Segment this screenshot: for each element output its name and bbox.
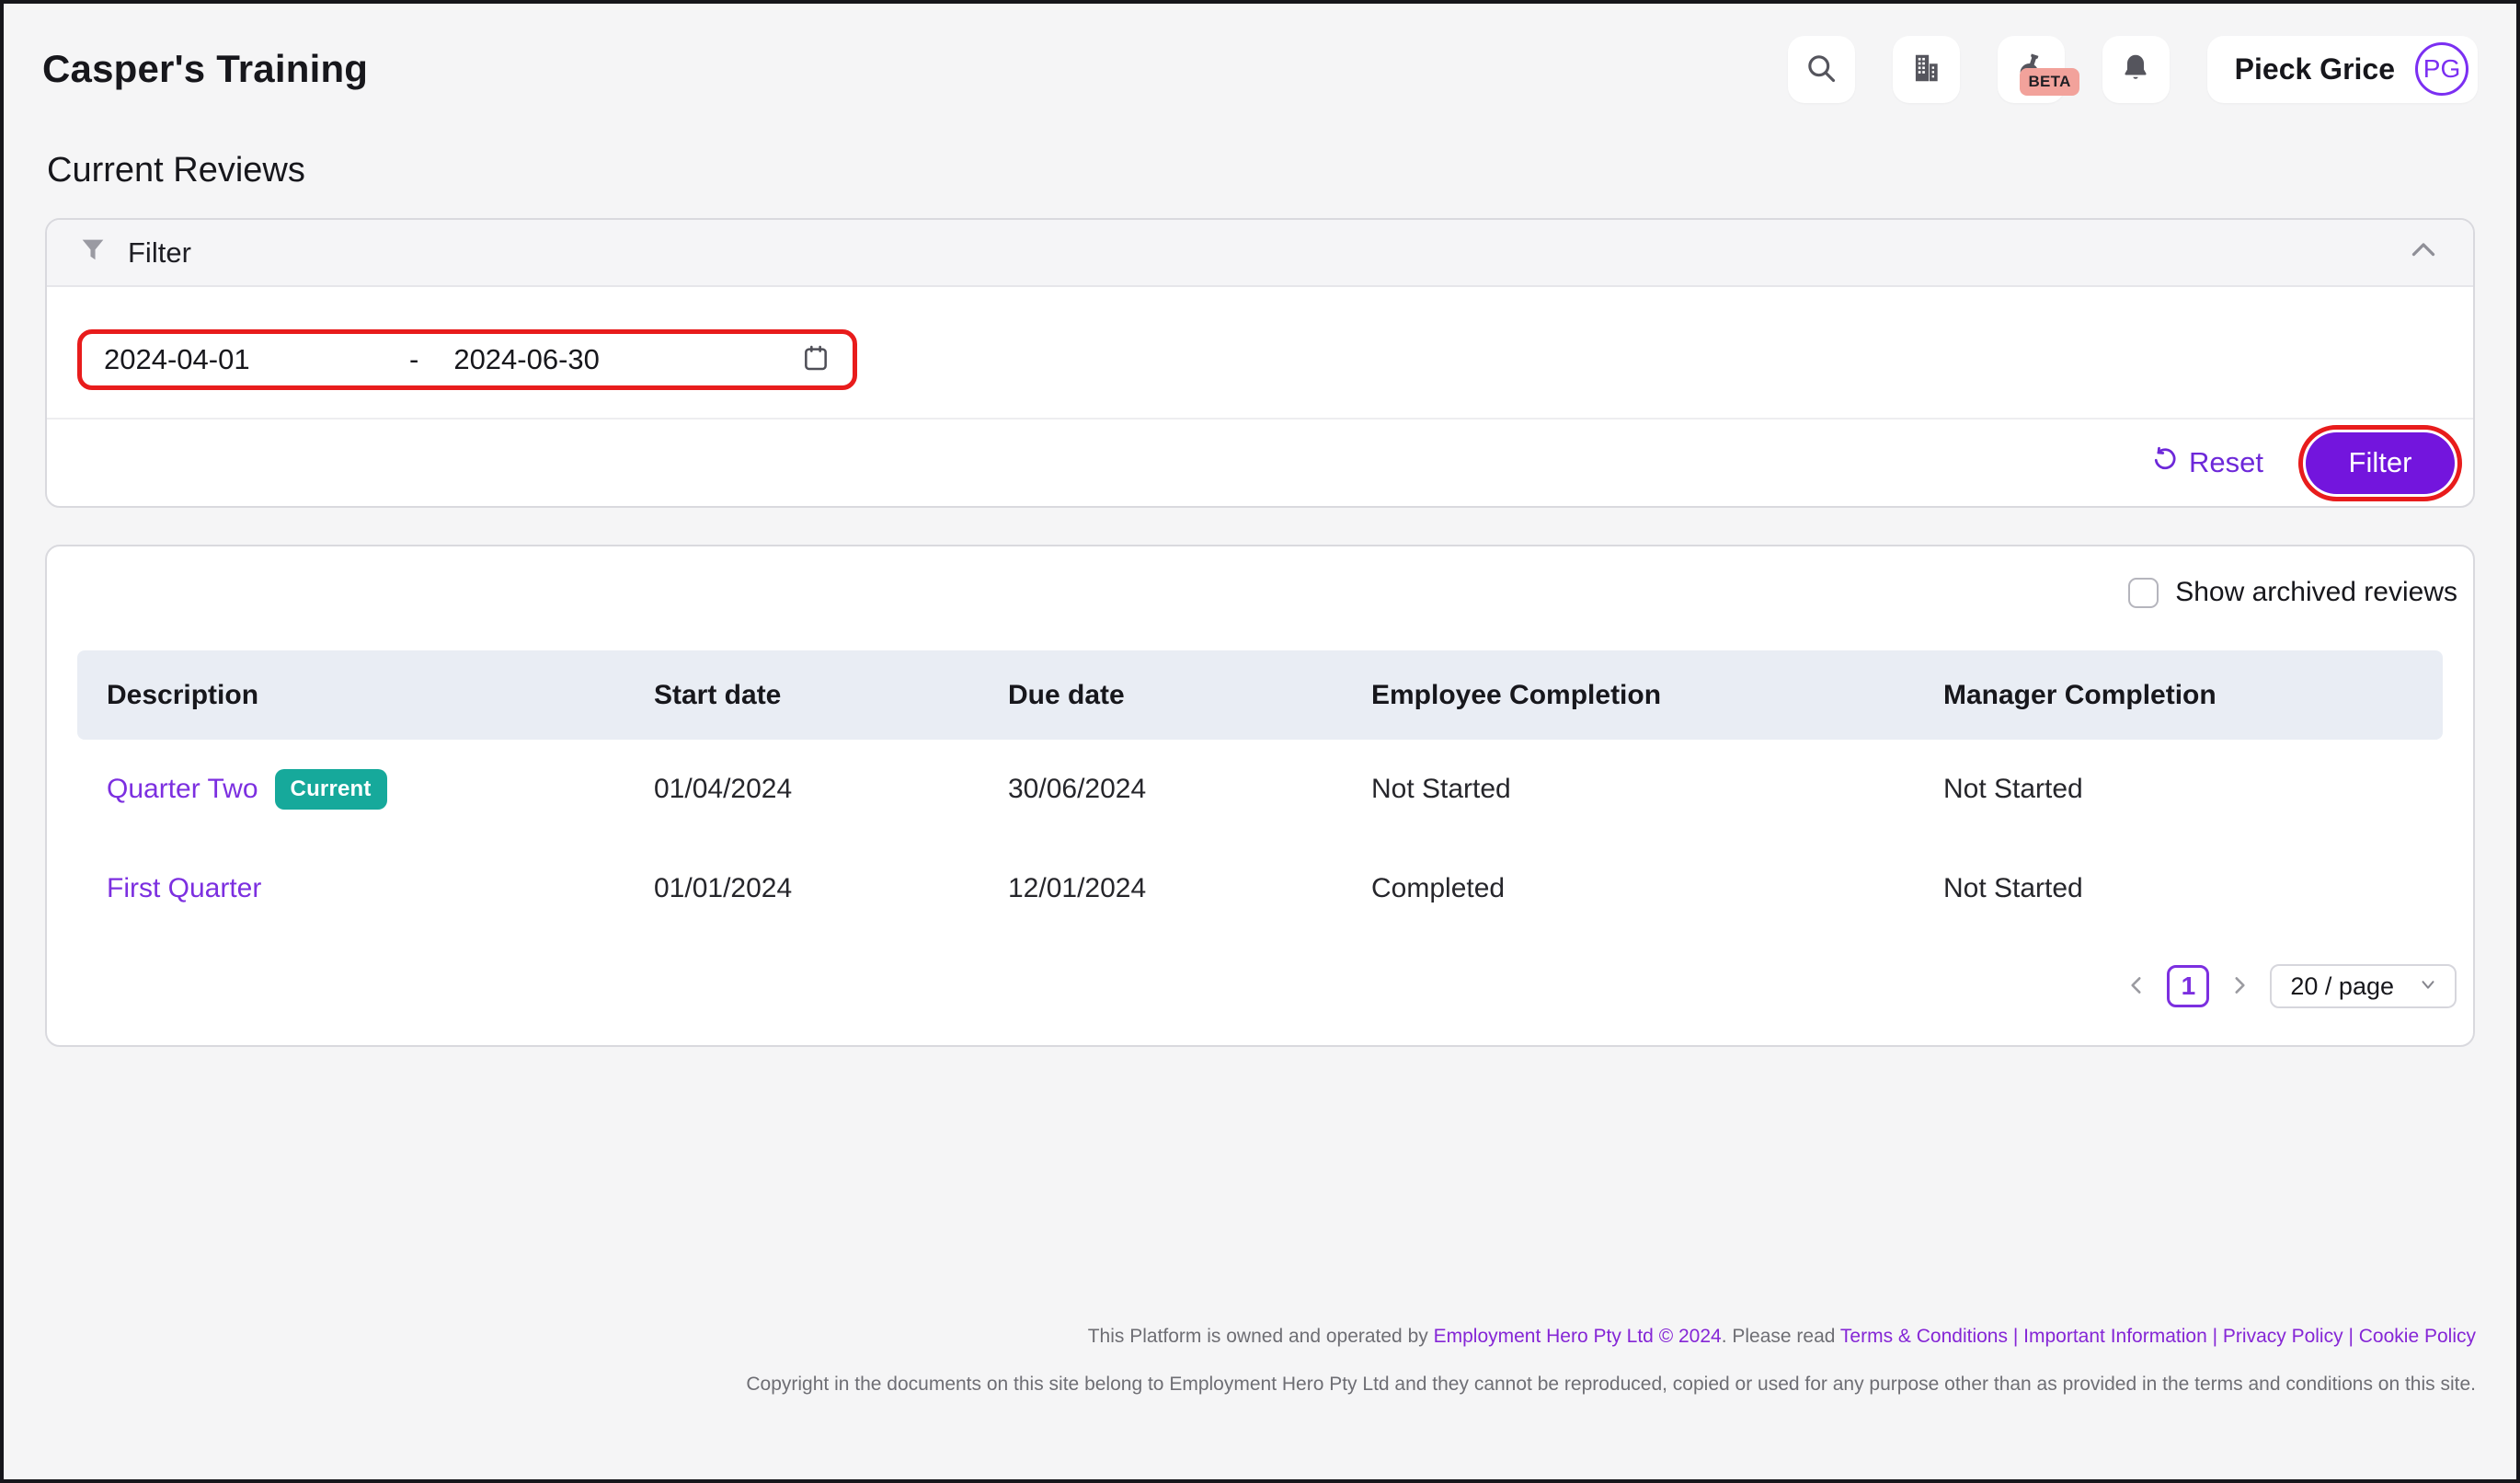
review-link[interactable]: Quarter Two: [107, 774, 258, 805]
cell-manager-completion: Not Started: [1914, 839, 2443, 938]
beta-badge: BETA: [2020, 68, 2079, 96]
cell-manager-completion: Not Started: [1914, 740, 2443, 839]
user-menu[interactable]: Pieck Grice PG: [2207, 36, 2478, 103]
footer-text: This Platform is owned and operated by: [1088, 1326, 1434, 1347]
cell-employee-completion: Not Started: [1342, 740, 1914, 839]
notifications-button[interactable]: [2102, 36, 2170, 103]
column-employee-completion: Employee Completion: [1342, 650, 1914, 740]
date-range-input[interactable]: 2024-04-01 - 2024-06-30: [77, 329, 857, 390]
footer-separator: |: [2348, 1326, 2353, 1347]
page-content: Current Reviews Filter 2024-04-01 - 2024…: [4, 151, 2516, 1047]
footer-separator: |: [2213, 1326, 2217, 1347]
date-range-separator: -: [409, 343, 418, 376]
filter-submit-button[interactable]: Filter: [2306, 432, 2455, 494]
labs-button[interactable]: BETA: [1998, 36, 2065, 103]
page-title: Current Reviews: [47, 151, 2475, 190]
chevron-up-icon[interactable]: [2407, 234, 2440, 271]
show-archived-checkbox[interactable]: [2128, 578, 2159, 608]
reset-icon: [2150, 445, 2178, 480]
building-icon: [1908, 51, 1943, 88]
filter-button-annotation: Filter: [2298, 425, 2462, 501]
employment-hero-link[interactable]: Employment Hero Pty Ltd © 2024: [1434, 1326, 1722, 1347]
table-header: Description Start date Due date Employee…: [77, 650, 2443, 740]
chevron-down-icon: [2418, 972, 2438, 1001]
show-archived-row: Show archived reviews: [77, 572, 2457, 613]
cookie-policy-link[interactable]: Cookie Policy: [2359, 1326, 2476, 1347]
chevron-right-icon: [2228, 973, 2251, 1000]
reviews-panel: Show archived reviews Description Start …: [45, 545, 2475, 1047]
current-badge: Current: [275, 769, 387, 810]
review-link[interactable]: First Quarter: [107, 873, 261, 904]
search-button[interactable]: [1788, 36, 1855, 103]
cell-start-date: 01/04/2024: [624, 740, 979, 839]
footer: This Platform is owned and operated by E…: [4, 1313, 2516, 1408]
footer-text: . Please read: [1722, 1326, 1840, 1347]
column-due-date: Due date: [979, 650, 1342, 740]
company-button[interactable]: [1893, 36, 1960, 103]
filter-panel: Filter 2024-04-01 - 2024-06-30: [45, 218, 2475, 508]
end-date-value[interactable]: 2024-06-30: [453, 343, 600, 376]
chevron-left-icon: [2125, 973, 2148, 1000]
column-description: Description: [77, 650, 624, 740]
search-icon: [1804, 52, 1838, 87]
bell-icon: [2119, 52, 2152, 87]
top-bar: Casper's Training: [4, 4, 2516, 134]
calendar-icon[interactable]: [801, 343, 830, 377]
top-bar-actions: BETA Pieck Grice PG: [1788, 36, 2478, 103]
page-size-value: 20 / page: [2290, 972, 2394, 1001]
reset-label: Reset: [2189, 446, 2263, 479]
filter-panel-header[interactable]: Filter: [47, 220, 2473, 287]
reset-button[interactable]: Reset: [2150, 445, 2263, 480]
pagination: 1 20 / page: [77, 964, 2457, 1008]
cell-due-date: 30/06/2024: [979, 740, 1342, 839]
table-row: First Quarter 01/01/2024 12/01/2024 Comp…: [77, 839, 2443, 938]
filter-panel-title: Filter: [128, 236, 191, 270]
filter-actions: Reset Filter: [47, 420, 2473, 506]
page-number[interactable]: 1: [2167, 965, 2209, 1007]
footer-separator: |: [2013, 1326, 2018, 1347]
app-title: Casper's Training: [42, 47, 368, 91]
column-manager-completion: Manager Completion: [1914, 650, 2443, 740]
terms-link[interactable]: Terms & Conditions: [1840, 1326, 2008, 1347]
important-information-link[interactable]: Important Information: [2023, 1326, 2207, 1347]
cell-start-date: 01/01/2024: [624, 839, 979, 938]
page-size-select[interactable]: 20 / page: [2270, 964, 2457, 1008]
footer-line-1: This Platform is owned and operated by E…: [4, 1313, 2476, 1360]
previous-page-button[interactable]: [2125, 973, 2148, 1000]
filter-panel-body: 2024-04-01 - 2024-06-30: [47, 287, 2473, 390]
funnel-icon: [78, 236, 108, 270]
user-name: Pieck Grice: [2235, 52, 2395, 86]
footer-line-2: Copyright in the documents on this site …: [4, 1361, 2476, 1408]
start-date-value[interactable]: 2024-04-01: [104, 343, 409, 376]
avatar: PG: [2415, 42, 2468, 96]
next-page-button[interactable]: [2228, 973, 2251, 1000]
table-row: Quarter Two Current 01/04/2024 30/06/202…: [77, 740, 2443, 839]
column-start-date: Start date: [624, 650, 979, 740]
privacy-policy-link[interactable]: Privacy Policy: [2223, 1326, 2343, 1347]
cell-employee-completion: Completed: [1342, 839, 1914, 938]
show-archived-label: Show archived reviews: [2175, 577, 2457, 608]
cell-due-date: 12/01/2024: [979, 839, 1342, 938]
